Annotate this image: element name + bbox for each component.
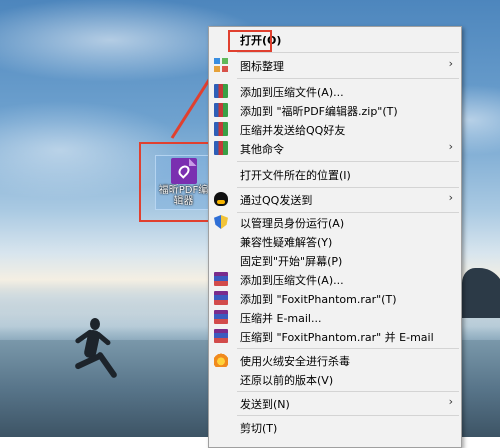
menu-item-label: 添加到压缩文件(A)...	[240, 274, 344, 287]
menu-item-other-commands[interactable]: 其他命令 ›	[209, 138, 461, 158]
menu-item-label: 添加到 "FoxitPhantom.rar"(T)	[240, 293, 397, 306]
menu-item-open-file-location[interactable]: 打开文件所在的位置(I)	[209, 164, 461, 184]
menu-item-label: 还原以前的版本(V)	[240, 374, 334, 387]
menu-item-label: 剪切(T)	[240, 422, 278, 435]
winrar-icon	[214, 329, 228, 343]
menu-item-label: 兼容性疑难解答(Y)	[240, 236, 333, 249]
menu-item-label: 压缩到 "FoxitPhantom.rar" 并 E-mail	[240, 331, 434, 344]
winrar-books-icon	[214, 141, 228, 155]
menu-item-send-to[interactable]: 发送到(N) ›	[209, 393, 461, 413]
menu-item-label: 添加到 "福昕PDF编辑器.zip"(T)	[240, 105, 398, 118]
menu-item-label: 压缩并 E-mail...	[240, 312, 322, 325]
menu-item-label: 通过QQ发送到	[240, 194, 313, 207]
desktop-shortcut-label: 福昕PDF编辑器	[158, 185, 209, 207]
menu-item-cut[interactable]: 剪切(T)	[209, 417, 461, 437]
menu-item-open[interactable]: 打开(O)	[209, 29, 461, 49]
menu-item-icon-arrange[interactable]: 图标整理 ›	[209, 55, 461, 75]
menu-item-compress-and-email[interactable]: 压缩并 E-mail...	[209, 307, 461, 327]
winrar-books-icon	[214, 122, 228, 136]
winrar-books-icon	[214, 84, 228, 98]
menu-item-label: 固定到"开始"屏幕(P)	[240, 255, 343, 268]
wallpaper-rock	[462, 268, 500, 318]
menu-item-run-as-admin[interactable]: 以管理员身份运行(A)	[209, 212, 461, 232]
menu-item-rar-add-to-foxitphantom[interactable]: 添加到 "FoxitPhantom.rar"(T)	[209, 288, 461, 308]
uac-shield-icon	[214, 215, 228, 229]
menu-separator	[237, 391, 459, 392]
menu-item-label: 添加到压缩文件(A)...	[240, 86, 344, 99]
menu-item-label: 打开文件所在的位置(I)	[240, 169, 351, 182]
submenu-arrow-icon: ›	[448, 395, 453, 408]
menu-separator	[237, 415, 459, 416]
menu-separator	[237, 52, 459, 53]
menu-item-rar-add-to-archive[interactable]: 添加到压缩文件(A)...	[209, 269, 461, 289]
menu-item-add-to-archive[interactable]: 添加到压缩文件(A)...	[209, 81, 461, 101]
menu-item-label: 压缩并发送给QQ好友	[240, 124, 346, 137]
desktop-shortcut-foxit-pdf-editor[interactable]: 福昕PDF编辑器	[155, 155, 212, 210]
huorong-fire-icon	[214, 353, 228, 367]
context-menu: 打开(O) 图标整理 › 添加到压缩文件(A)... 添加到 "福昕PDF编辑器…	[208, 26, 462, 448]
menu-item-label: 以管理员身份运行(A)	[240, 217, 345, 230]
menu-item-compatibility-troubleshoot[interactable]: 兼容性疑难解答(Y)	[209, 231, 461, 251]
winrar-books-icon	[214, 103, 228, 117]
menu-separator	[237, 161, 459, 162]
menu-item-label: 图标整理	[240, 60, 284, 73]
menu-item-huorong-scan[interactable]: 使用火绒安全进行杀毒	[209, 350, 461, 370]
menu-item-compress-send-qq[interactable]: 压缩并发送给QQ好友	[209, 119, 461, 139]
menu-item-add-to-zip[interactable]: 添加到 "福昕PDF编辑器.zip"(T)	[209, 100, 461, 120]
winrar-icon	[214, 291, 228, 305]
menu-item-label: 使用火绒安全进行杀毒	[240, 355, 350, 368]
menu-item-label: 打开(O)	[240, 34, 282, 47]
menu-separator	[237, 78, 459, 79]
menu-separator	[237, 348, 459, 349]
grid-icon	[214, 58, 228, 72]
menu-item-pin-to-start[interactable]: 固定到"开始"屏幕(P)	[209, 250, 461, 270]
submenu-arrow-icon: ›	[448, 57, 453, 70]
menu-item-label: 发送到(N)	[240, 398, 290, 411]
winrar-icon	[214, 272, 228, 286]
winrar-icon	[214, 310, 228, 324]
menu-separator	[237, 187, 459, 188]
menu-item-restore-previous-versions[interactable]: 还原以前的版本(V)	[209, 369, 461, 389]
submenu-arrow-icon: ›	[448, 140, 453, 153]
menu-item-label: 其他命令	[240, 143, 284, 156]
menu-item-send-via-qq[interactable]: 通过QQ发送到 ›	[209, 189, 461, 209]
submenu-arrow-icon: ›	[448, 191, 453, 204]
menu-item-compress-to-rar-and-email[interactable]: 压缩到 "FoxitPhantom.rar" 并 E-mail	[209, 326, 461, 346]
foxit-pdf-editor-icon	[170, 158, 197, 184]
qq-penguin-icon	[214, 192, 228, 206]
